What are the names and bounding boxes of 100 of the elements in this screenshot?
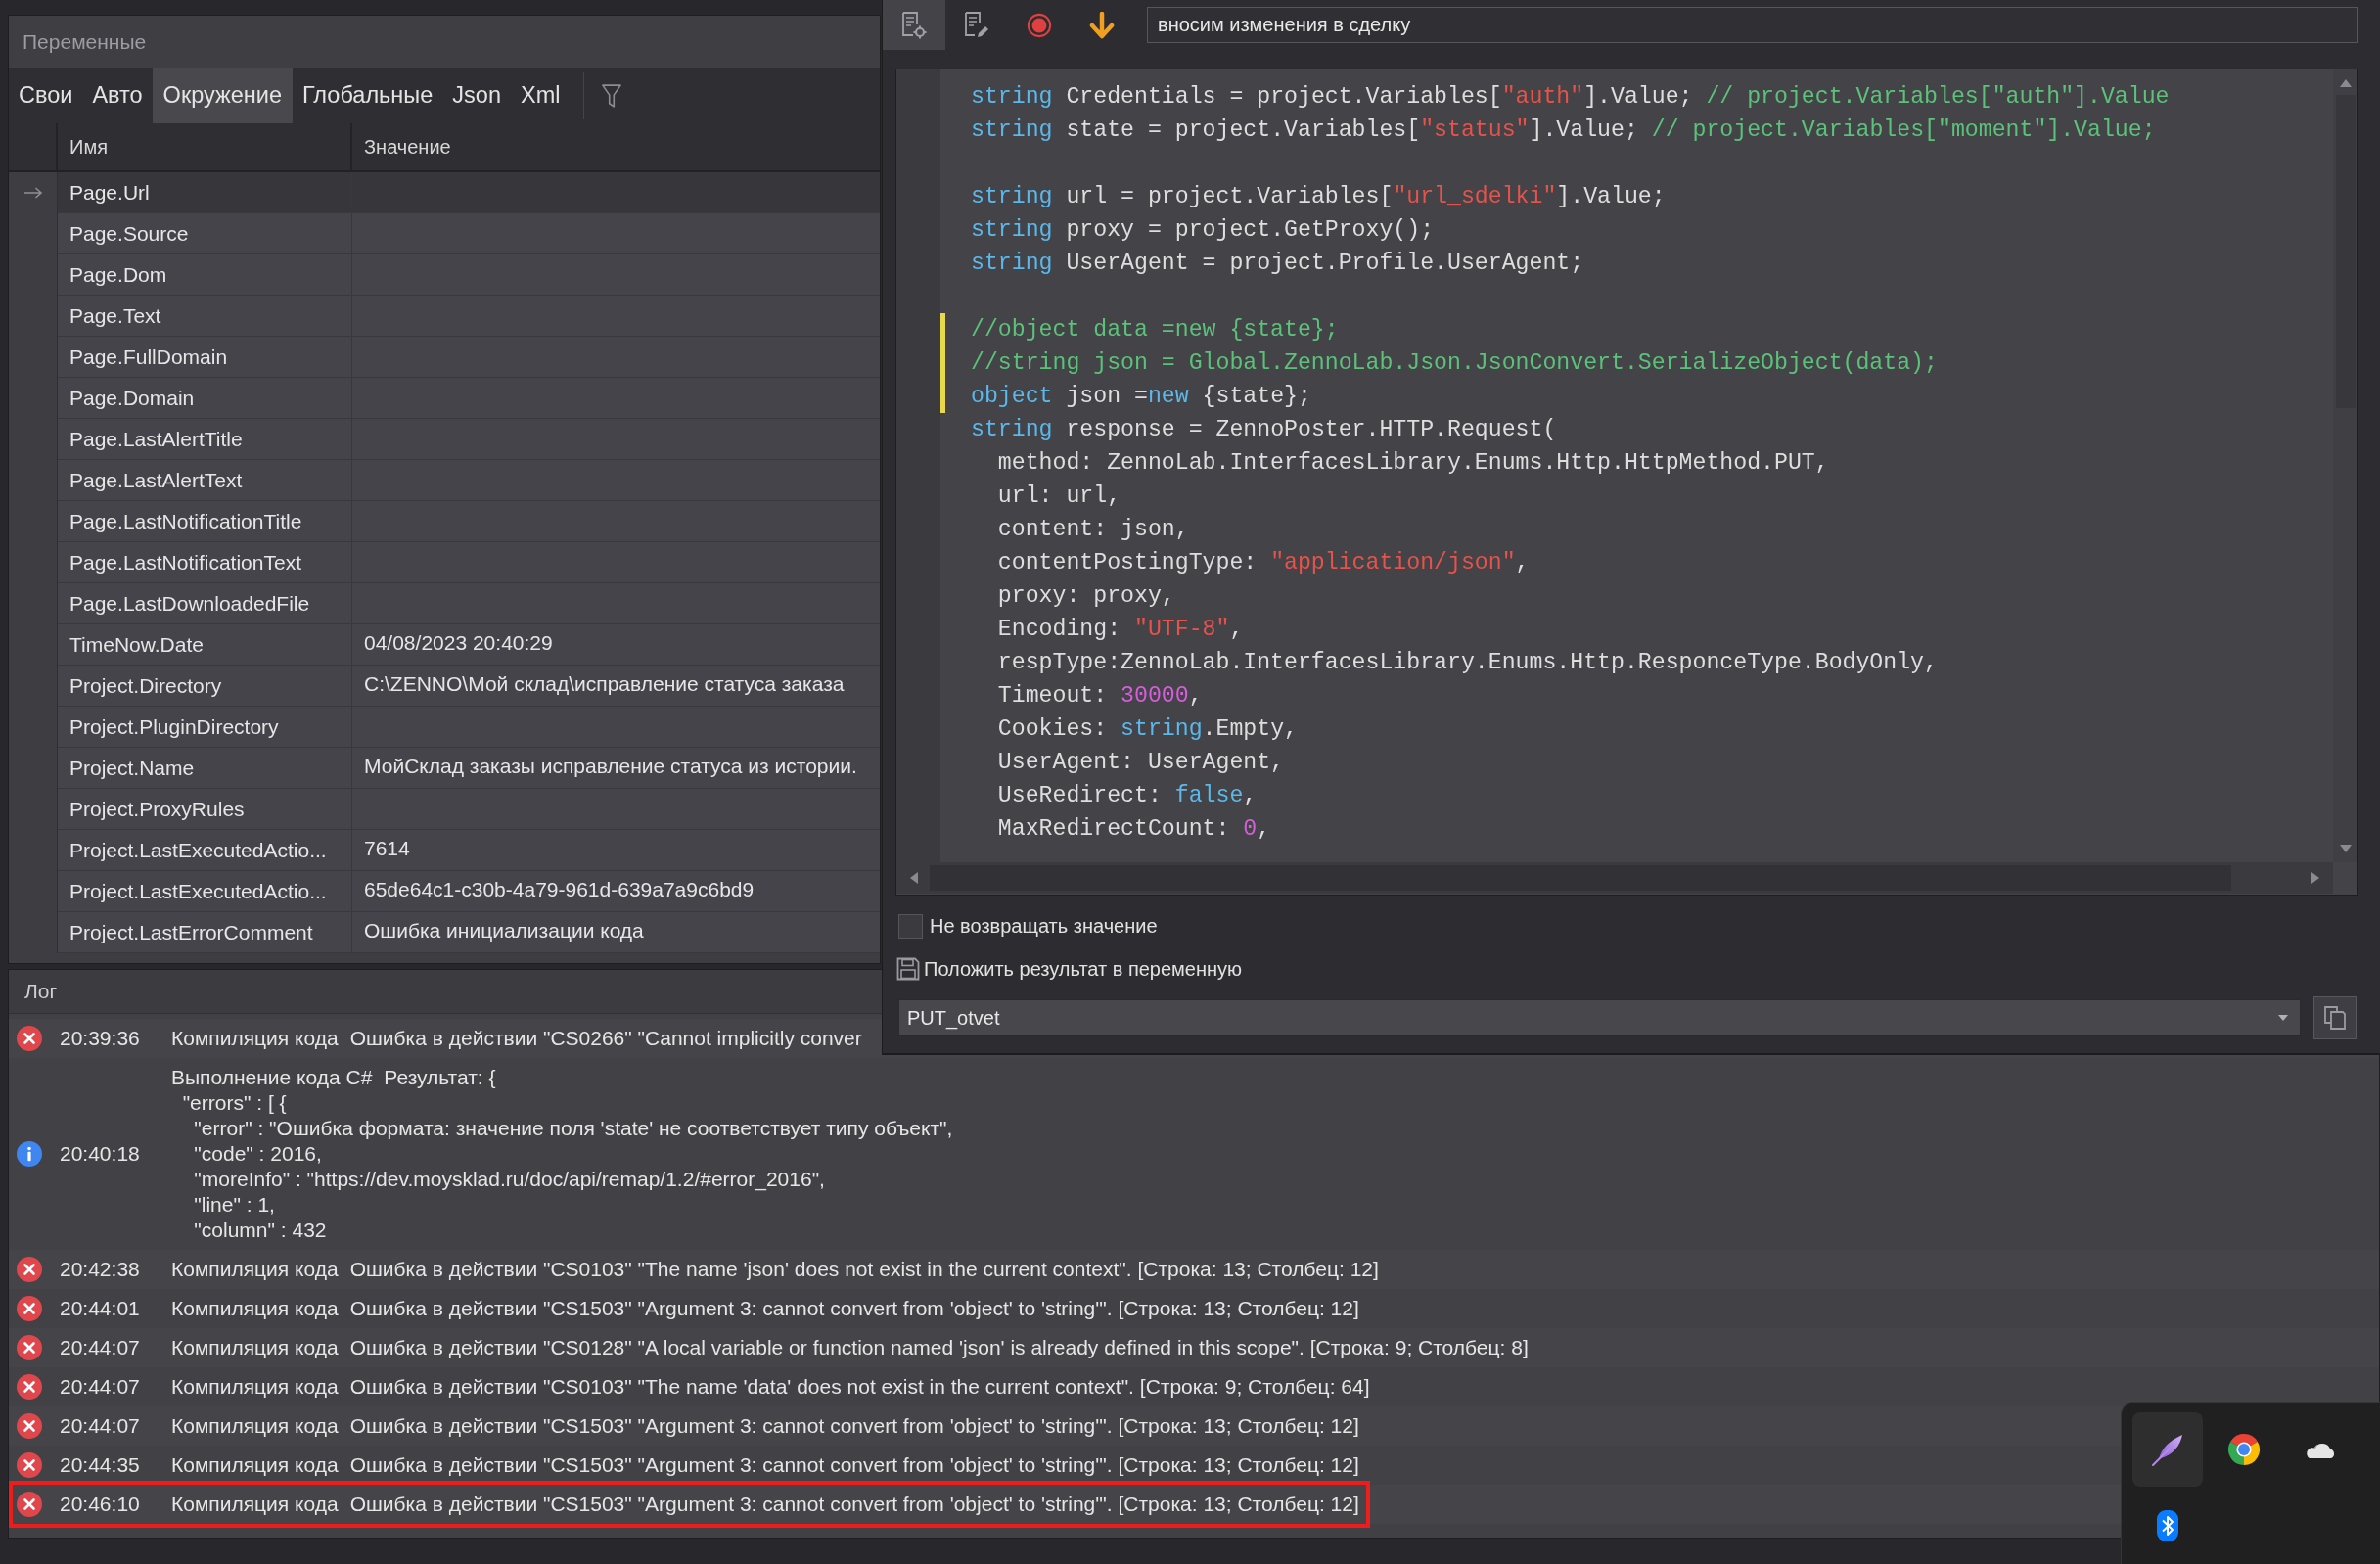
horizontal-scrollbar[interactable]	[896, 862, 2333, 894]
log-source: Компиляция кода	[171, 1413, 339, 1439]
info-icon	[17, 1141, 42, 1167]
error-icon	[17, 1296, 42, 1321]
code-line: object json =new {state};	[970, 383, 1311, 411]
code-line: method: ZennoLab.InterfacesLibrary.Enums.Http.HttpMethod.PUT,	[996, 449, 1829, 478]
down-arrow-icon	[1089, 11, 1115, 39]
table-cell: Project.Directory	[58, 666, 352, 706]
log-detail-line: "moreInfo" : "https://dev.moysklad.ru/doc/api/remap/1.2/#error_2016",	[193, 1168, 825, 1190]
checkbox[interactable]	[898, 913, 923, 939]
table-row[interactable]: Page.Source	[58, 213, 880, 254]
scroll-right-icon[interactable]	[2311, 872, 2319, 884]
log-source: Компиляция кода	[171, 1374, 339, 1400]
table-cell-text: 04/08/2023 20:40:29	[363, 630, 554, 656]
table-row[interactable]: Page.Domain	[58, 378, 880, 419]
table-row[interactable]: TimeNow.Date 04/08/2023 20:40:29	[58, 624, 880, 666]
table-cell: Page.Source	[58, 213, 352, 253]
table-row[interactable]: Page.LastDownloadedFile	[58, 583, 880, 624]
copy-button[interactable]	[2313, 996, 2357, 1039]
error-icon	[17, 1374, 42, 1400]
table-row[interactable]: Page.FullDomain	[58, 337, 880, 378]
log-time: 20:44:07	[60, 1375, 141, 1399]
log-row[interactable]: 20:42:38 Компиляция кода Ошибка в действии "CS0103" "The name 'json' does not exist in the current context". [Строка: 13; Столбец: 12]	[9, 1250, 2379, 1289]
log-time: 20:44:01	[60, 1297, 141, 1320]
log-time: 20:44:35	[60, 1453, 141, 1477]
log-message: Ошибка в действии "CS0266" "Cannot implicitly conver	[349, 1026, 862, 1051]
log-message: Результат: {	[384, 1065, 496, 1090]
log-message: Ошибка в действии "CS0103" "The name 'data' does not exist in the current context". [Строка: 9; Столбец: 64]	[349, 1374, 1370, 1400]
table-cell: Project.LastErrorComment	[58, 912, 352, 952]
table-row[interactable]: Project.LastErrorComment Ошибка инициализации кода	[58, 912, 880, 953]
table-row[interactable]: Project.Directory C:\ZENNO\Мой склад\исправление статуса заказа	[58, 666, 880, 707]
code-editor[interactable]	[895, 69, 2358, 896]
code-line: Timeout: 30000,	[996, 682, 1203, 711]
table-cell: Page.Dom	[58, 254, 352, 295]
table-row[interactable]: Page.Url	[58, 172, 880, 213]
action-name-field[interactable]: вносим изменения в сделку	[1147, 7, 2358, 43]
table-row[interactable]: Project.PluginDirectory	[58, 707, 880, 748]
log-detail-line: "code" : 2016,	[193, 1142, 322, 1165]
tab[interactable]: Авто	[82, 68, 153, 123]
table-row[interactable]: Project.LastExecutedActio... 7614	[58, 830, 880, 871]
table-row[interactable]: Page.Dom	[58, 254, 880, 296]
tab[interactable]: Окружение	[152, 68, 293, 123]
log-detail-line: "column" : 432	[193, 1219, 327, 1241]
column-header[interactable]: Имя	[58, 123, 352, 170]
log-source: Компиляция кода	[171, 1257, 339, 1282]
code-line: proxy: proxy,	[996, 582, 1175, 611]
log-source: Компиляция кода	[171, 1296, 339, 1321]
table-row[interactable]: Page.LastNotificationTitle	[58, 501, 880, 542]
table-cell: Page.Url	[58, 172, 352, 212]
toolbar-button[interactable]	[883, 0, 945, 50]
filter-icon[interactable]	[602, 83, 622, 108]
code-line: //object data =new {state};	[970, 316, 1339, 345]
table-row[interactable]: Project.ProxyRules	[58, 789, 880, 830]
table-cell: TimeNow.Date	[58, 624, 352, 665]
arrow-icon	[23, 187, 43, 199]
log-row[interactable]: 20:44:07 Компиляция кода Ошибка в действии "CS0128" "A local variable or function named 'json' is already defined in this scope". [Строка: 9; Столбец: 8]	[9, 1328, 2379, 1367]
vertical-scrollbar[interactable]	[2333, 69, 2357, 862]
table-row[interactable]: Page.LastAlertText	[58, 460, 880, 501]
document-gear-icon	[901, 11, 927, 39]
code-line: UserAgent: UserAgent,	[996, 749, 1285, 777]
tab[interactable]: Свои	[9, 68, 83, 123]
table-cell: Page.Text	[58, 296, 352, 336]
code-line: string UserAgent = project.Profile.UserAgent;	[970, 250, 1584, 278]
log-message: Ошибка в действии "CS1503" "Argument 3: cannot convert from 'object' to 'string'". [Строка: 13; Столбец: 12]	[349, 1492, 1359, 1517]
log-time: 20:44:07	[60, 1336, 141, 1359]
code-line: string state = project.Variables["status"].Value; // project.Variables["moment"].Value;	[970, 116, 2156, 145]
tab[interactable]: Глобальные	[292, 68, 443, 123]
table-cell: Page.LastDownloadedFile	[58, 583, 352, 623]
browser-icon	[2226, 1432, 2262, 1467]
table-cell: Page.LastAlertTitle	[58, 419, 352, 459]
checkbox-label[interactable]: Не возвращать значение	[930, 914, 1158, 938]
table-row[interactable]: Page.LastAlertTitle	[58, 419, 880, 460]
scroll-down-icon[interactable]	[2339, 845, 2352, 852]
table-row[interactable]: Page.LastNotificationText	[58, 542, 880, 583]
tab[interactable]: Xml	[510, 68, 571, 123]
table-cell: Page.FullDomain	[58, 337, 352, 377]
table-cell: Page.Domain	[58, 378, 352, 418]
code-line: string response = ZennoPoster.HTTP.Request(	[970, 416, 1557, 444]
record-icon	[1027, 11, 1052, 39]
code-line: Encoding: "UTF-8",	[996, 616, 1244, 644]
table-cell: Project.PluginDirectory	[58, 707, 352, 747]
table-cell: Page.LastNotificationText	[58, 542, 352, 582]
tab[interactable]: Json	[442, 68, 511, 123]
log-time: 20:39:36	[60, 1027, 141, 1050]
scroll-left-icon[interactable]	[910, 872, 918, 884]
log-time: 20:42:38	[60, 1258, 141, 1281]
table-cell-text: МойСклад заказы исправление статуса из истории.	[363, 754, 858, 779]
table-row[interactable]: Project.Name МойСклад заказы исправление статуса из истории.	[58, 748, 880, 789]
table-cell: Project.Name	[58, 748, 352, 788]
column-header[interactable]: Значение	[352, 123, 880, 170]
scroll-up-icon[interactable]	[2339, 79, 2352, 87]
table-cell: Page.LastNotificationTitle	[58, 501, 352, 541]
variable-dropdown[interactable]: PUT_otvet	[898, 999, 2301, 1036]
table-cell: Project.ProxyRules	[58, 789, 352, 829]
document-pencil-icon	[964, 11, 989, 39]
table-row[interactable]: Project.LastExecutedActio... 65de64c1-c30b-4a79-961d-639a7a9c6bd9	[58, 871, 880, 912]
table-cell: Project.LastExecutedActio...	[58, 871, 352, 911]
table-row[interactable]: Page.Text	[58, 296, 880, 337]
code-line: respType:ZennoLab.InterfacesLibrary.Enums.Http.ResponceType.BodyOnly,	[996, 649, 1938, 677]
code-line: string proxy = project.GetProxy();	[970, 216, 1435, 245]
